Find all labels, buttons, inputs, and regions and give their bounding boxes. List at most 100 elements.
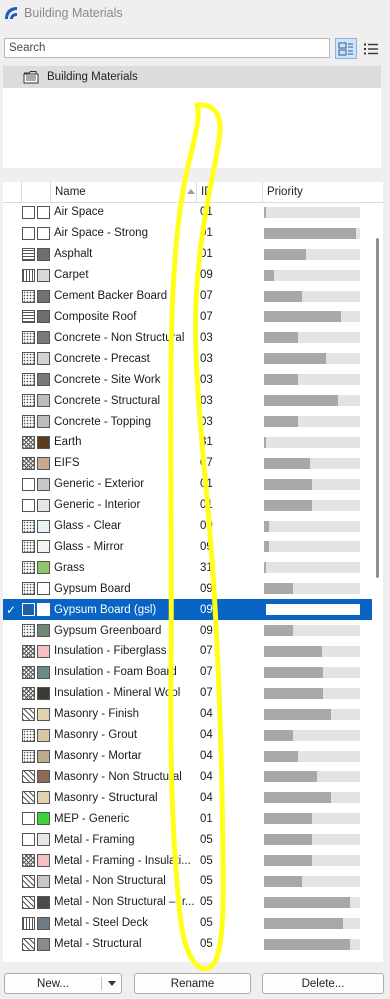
fill-pattern-icon [22,456,35,470]
priority-bar[interactable] [264,729,360,741]
table-row[interactable]: Concrete - Structural 03 [3,390,372,411]
priority-bar[interactable] [264,353,360,365]
priority-bar[interactable] [264,583,360,595]
table-row[interactable]: Concrete - Precast 03 [3,348,372,369]
column-header-id[interactable]: ID [196,182,263,202]
tree-item-building-materials[interactable]: Building Materials [3,66,381,88]
priority-bar[interactable] [264,687,360,699]
priority-bar[interactable] [264,708,360,720]
scrollbar-thumb[interactable] [376,238,379,578]
table-row[interactable]: ✓ Gypsum Board (gsl) 09 [3,599,372,621]
table-row[interactable]: Metal - Non Structural 05 [3,871,372,892]
priority-bar[interactable] [264,875,360,887]
title-bar: Building Materials [0,0,390,26]
search-input[interactable] [4,38,330,58]
table-row[interactable]: Metal - Framing 05 [3,829,372,850]
table-row[interactable]: Insulation - Fiberglass 07 [3,641,372,662]
priority-bar[interactable] [264,269,360,281]
table-row[interactable]: Metal - Structural 05 [3,934,372,955]
column-header-name[interactable]: Name [50,182,199,202]
table-row[interactable]: Masonry - Finish 04 [3,704,372,725]
table-row[interactable]: Glass - Clear 09 [3,516,372,537]
priority-bar[interactable] [264,750,360,762]
priority-bar[interactable] [264,436,360,448]
table-row[interactable]: Generic - Exterior 01 [3,474,372,495]
table-row[interactable]: Cement Backer Board 07 [3,286,372,307]
table-row[interactable]: Insulation - Foam Board 07 [3,662,372,683]
column-header-priority[interactable]: Priority [262,182,367,202]
table-row[interactable]: Air Space - Strong 01 [3,223,372,244]
priority-bar[interactable] [264,374,360,386]
priority-bar[interactable] [264,792,360,804]
color-swatch [37,937,50,951]
table-row[interactable]: Generic - Interior 01 [3,495,372,516]
vertical-scrollbar[interactable] [373,202,383,962]
table-row[interactable]: Metal - Steel Deck 05 [3,913,372,934]
priority-bar[interactable] [264,311,360,323]
priority-bar[interactable] [264,625,360,637]
priority-bar[interactable] [264,332,360,344]
table-row[interactable]: Gypsum Greenboard 09 [3,620,372,641]
priority-bar[interactable] [264,896,360,908]
delete-button[interactable]: Delete... [262,973,384,994]
table-row[interactable]: Metal - Framing - Insulati... 05 [3,850,372,871]
priority-bar[interactable] [264,541,360,553]
material-id: 07 [200,457,213,470]
priority-bar[interactable] [264,562,360,574]
table-row[interactable]: Metal - Non Structural – Ir... 05 [3,892,372,913]
table-row[interactable]: Concrete - Topping 03 [3,411,372,432]
material-id: 01 [200,812,213,825]
fill-pattern-icon [22,749,35,763]
table-row[interactable]: Insulation - Mineral Wool 07 [3,683,372,704]
table-row[interactable]: Glass - Mirror 09 [3,537,372,558]
table-row[interactable]: Masonry - Grout 04 [3,725,372,746]
table-row[interactable]: Gypsum Board 09 [3,578,372,599]
priority-bar[interactable] [264,416,360,428]
table-row[interactable]: MEP - Generic 01 [3,808,372,829]
list-view-button[interactable] [360,38,382,59]
priority-bar[interactable] [264,457,360,469]
priority-bar[interactable] [264,520,360,532]
color-swatch [37,477,50,491]
priority-bar[interactable] [264,645,360,657]
priority-bar[interactable] [264,478,360,490]
table-row[interactable]: Earth 31 [3,432,372,453]
priority-bar[interactable] [264,604,360,616]
checkmark-icon[interactable]: ✓ [3,603,19,617]
rename-button[interactable]: Rename [134,973,251,994]
priority-fill [264,729,293,741]
table-row[interactable]: Carpet 09 [3,265,372,286]
table-row[interactable]: EIFS 07 [3,453,372,474]
color-swatch [37,874,50,888]
table-row[interactable]: Masonry - Non Structural 04 [3,766,372,787]
table-row[interactable]: Composite Roof 07 [3,307,372,328]
fill-pattern-icon [22,519,35,533]
table-row[interactable]: Air Space 01 [3,202,372,223]
color-swatch [37,310,50,324]
priority-bar[interactable] [264,206,360,218]
priority-bar[interactable] [264,499,360,511]
priority-bar[interactable] [264,771,360,783]
priority-bar[interactable] [264,227,360,239]
table-row[interactable]: Asphalt 01 [3,244,372,265]
material-name: Insulation - Foam Board [54,666,177,679]
dropdown-arrow-icon[interactable] [108,981,116,986]
table-row[interactable]: Masonry - Structural 04 [3,787,372,808]
priority-bar[interactable] [264,666,360,678]
priority-bar[interactable] [264,938,360,950]
priority-bar[interactable] [264,395,360,407]
new-button[interactable]: New... [4,973,122,994]
priority-bar[interactable] [264,855,360,867]
priority-bar[interactable] [264,834,360,846]
color-swatch [37,707,50,721]
tree-view-button[interactable] [335,38,357,59]
table-row[interactable]: Grass 31 [3,557,372,578]
priority-bar[interactable] [264,248,360,260]
fill-pattern-icon [22,728,35,742]
table-row[interactable]: Concrete - Non Structural 03 [3,327,372,348]
priority-bar[interactable] [264,917,360,929]
priority-bar[interactable] [264,813,360,825]
table-row[interactable]: Masonry - Mortar 04 [3,746,372,767]
table-row[interactable]: Concrete - Site Work 03 [3,369,372,390]
priority-bar[interactable] [264,290,360,302]
